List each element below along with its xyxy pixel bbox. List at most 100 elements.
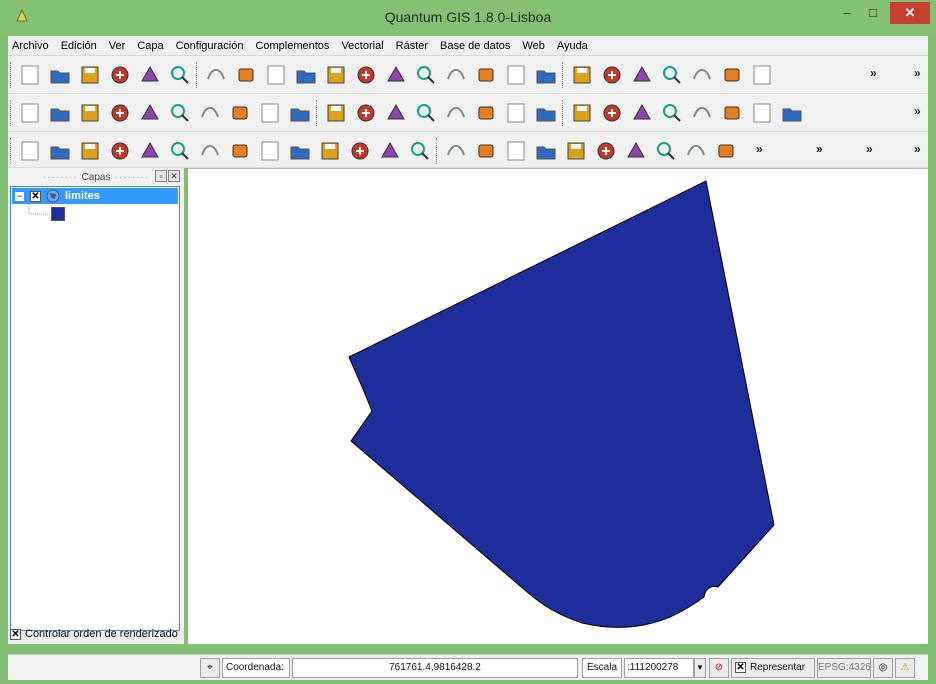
crs-button[interactable]: EPSG:4326 xyxy=(817,658,871,678)
toolbar-overflow-button[interactable]: » xyxy=(914,66,921,80)
menu-capa[interactable]: Capa xyxy=(137,40,163,52)
menu-ayuda[interactable]: Ayuda xyxy=(557,40,588,52)
oracle-layer-icon[interactable] xyxy=(534,63,558,87)
favorites-icon[interactable] xyxy=(48,101,72,125)
toolbar-grip[interactable] xyxy=(10,62,13,88)
menu-ver[interactable]: Ver xyxy=(109,40,126,52)
layer-tree[interactable]: − ✕ limites xyxy=(10,186,180,631)
rotate-label-icon[interactable] xyxy=(384,101,408,125)
zoom-in-icon[interactable] xyxy=(630,101,654,125)
toolbar-overflow-button[interactable]: » xyxy=(866,142,873,156)
fill-ring-icon[interactable] xyxy=(168,139,192,163)
simplify-icon[interactable] xyxy=(78,139,102,163)
layer-visibility-icon[interactable] xyxy=(18,101,42,125)
measure-line-icon[interactable] xyxy=(594,139,618,163)
save-as-icon[interactable] xyxy=(108,63,132,87)
map-canvas[interactable] xyxy=(188,168,928,644)
open-project-icon[interactable] xyxy=(48,63,72,87)
zoom-selection-icon[interactable] xyxy=(750,101,774,125)
save-edits-icon[interactable] xyxy=(600,63,624,87)
identify-icon[interactable] xyxy=(228,101,252,125)
menu-vectorial[interactable]: Vectorial xyxy=(341,40,383,52)
python-icon[interactable] xyxy=(714,139,738,163)
pin-label-icon[interactable] xyxy=(354,101,378,125)
annotation-icon[interactable] xyxy=(258,101,282,125)
toolbar-overflow-button[interactable]: » xyxy=(914,142,921,156)
drag-grip-right[interactable]: ········ xyxy=(114,172,149,183)
attribute-table-icon[interactable] xyxy=(564,139,588,163)
toolbar-overflow-button[interactable]: » xyxy=(870,66,877,80)
add-vector-layer-icon[interactable] xyxy=(204,63,228,87)
redo-icon[interactable] xyxy=(48,139,72,163)
delete-part-icon[interactable] xyxy=(228,139,252,163)
toolbar-overflow-button[interactable]: » xyxy=(816,142,823,156)
map-tips-icon[interactable] xyxy=(168,101,192,125)
delete-selected-icon[interactable] xyxy=(720,63,744,87)
tooltip-icon[interactable] xyxy=(624,139,648,163)
text-annotation-icon[interactable] xyxy=(288,101,312,125)
toolbar-grip[interactable] xyxy=(10,100,13,126)
action-icon[interactable] xyxy=(474,139,498,163)
menu-archivo[interactable]: Archivo xyxy=(12,40,49,52)
toolbar-overflow-button[interactable]: » xyxy=(914,104,921,118)
stop-render-button[interactable]: ⊘ xyxy=(709,658,729,678)
add-delimited-text-icon[interactable] xyxy=(474,63,498,87)
menu-web[interactable]: Web xyxy=(522,40,544,52)
label-icon[interactable] xyxy=(324,101,348,125)
add-ring-icon[interactable] xyxy=(108,139,132,163)
warning-icon[interactable]: ⚠ xyxy=(895,658,915,678)
split-icon[interactable] xyxy=(318,139,342,163)
measure-icon[interactable] xyxy=(198,101,222,125)
zoom-layer-icon[interactable] xyxy=(720,101,744,125)
add-raster-layer-icon[interactable] xyxy=(234,63,258,87)
add-part-icon[interactable] xyxy=(138,139,162,163)
add-gpx-icon[interactable] xyxy=(504,63,528,87)
render-checkbox[interactable]: ✕ xyxy=(735,662,746,673)
add-wms-layer-icon[interactable] xyxy=(354,63,378,87)
toolbar-overflow-button[interactable]: » xyxy=(756,142,763,156)
scale-combobox[interactable]: :111200278 xyxy=(624,658,694,678)
change-label-icon[interactable] xyxy=(414,101,438,125)
identify-features-icon[interactable] xyxy=(444,139,468,163)
float-panel-button[interactable]: ▫ xyxy=(155,170,167,182)
zoom-last-icon[interactable] xyxy=(780,101,804,125)
remove-layer-icon[interactable] xyxy=(444,63,468,87)
layer-item-limites[interactable]: − ✕ limites xyxy=(12,188,178,204)
minimize-button[interactable]: – xyxy=(834,2,860,24)
osm-icon[interactable] xyxy=(444,101,468,125)
drag-grip[interactable]: ········ xyxy=(43,172,78,183)
raster-tools-icon[interactable] xyxy=(474,101,498,125)
zoom-out-icon[interactable] xyxy=(660,101,684,125)
add-to-overview-icon[interactable] xyxy=(138,101,162,125)
save-project-icon[interactable] xyxy=(78,63,102,87)
digitize-icon[interactable] xyxy=(750,63,774,87)
add-mssql-layer-icon[interactable] xyxy=(324,63,348,87)
deselect-icon[interactable] xyxy=(534,139,558,163)
node-tool-icon[interactable] xyxy=(690,63,714,87)
scale-dropdown-arrow[interactable]: ▼ xyxy=(694,658,706,678)
georeferencer-icon[interactable] xyxy=(684,139,708,163)
select-icon[interactable] xyxy=(504,139,528,163)
layer-visibility-checkbox[interactable]: ✕ xyxy=(30,190,41,202)
new-project-icon[interactable] xyxy=(18,63,42,87)
add-spatialite-layer-icon[interactable] xyxy=(294,63,318,87)
print-composer-icon[interactable] xyxy=(138,63,162,87)
add-postgis-layer-icon[interactable] xyxy=(264,63,288,87)
print-icon[interactable] xyxy=(168,63,192,87)
diagram-icon[interactable] xyxy=(654,139,678,163)
close-button[interactable]: ✕ xyxy=(890,2,930,24)
add-wfs-layer-icon[interactable] xyxy=(384,63,408,87)
undo-icon[interactable] xyxy=(18,139,42,163)
map-feature-limites-polygon[interactable] xyxy=(348,180,775,628)
toggle-editing-icon[interactable] xyxy=(570,63,594,87)
zoom-full-icon[interactable] xyxy=(690,101,714,125)
show-all-icon[interactable] xyxy=(108,101,132,125)
close-panel-button[interactable]: ✕ xyxy=(168,170,180,182)
menu-complementos[interactable]: Complementos xyxy=(255,40,329,52)
coordinate-toggle-button[interactable]: ⌖ xyxy=(200,658,220,678)
new-shapefile-icon[interactable] xyxy=(414,63,438,87)
move-feature-icon[interactable] xyxy=(660,63,684,87)
delete-ring-icon[interactable] xyxy=(198,139,222,163)
render-order-control[interactable]: ✕ Controlar orden de renderizado xyxy=(10,628,178,640)
remove-all-icon[interactable] xyxy=(78,101,102,125)
